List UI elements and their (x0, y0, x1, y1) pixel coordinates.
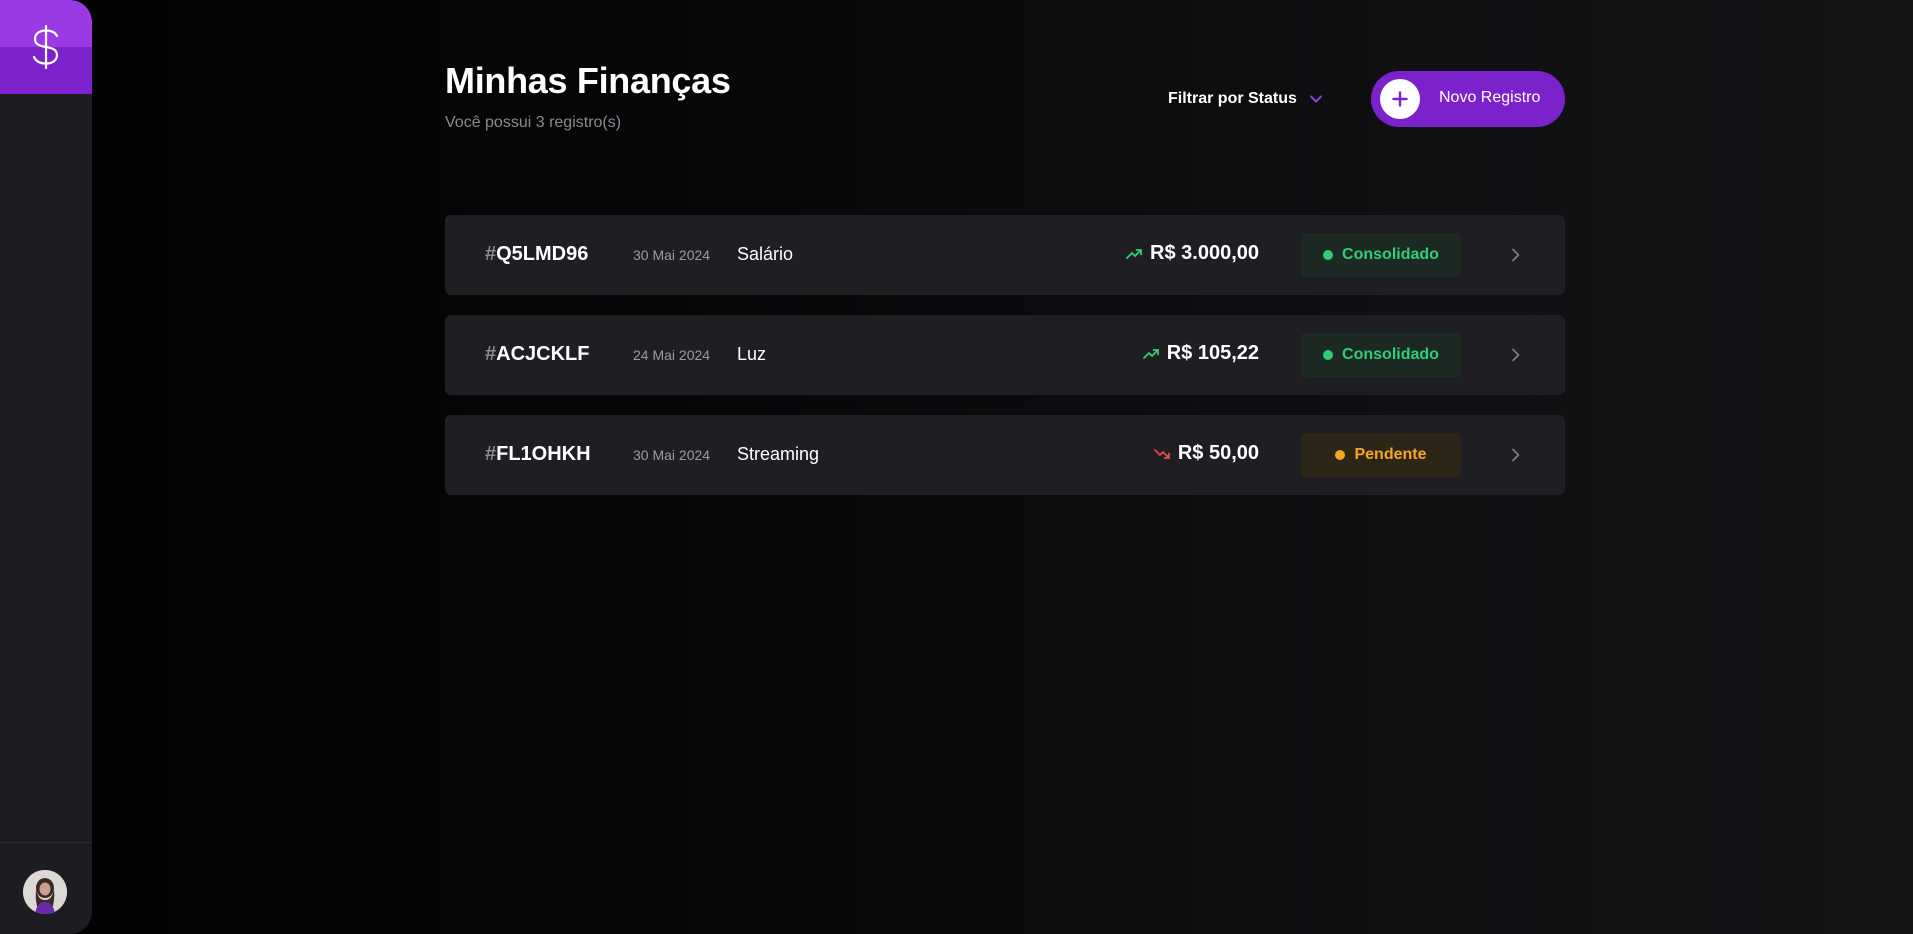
trend-up-icon (1142, 348, 1159, 359)
user-avatar-image (23, 870, 67, 914)
record-date: 30 Mai 2024 (633, 447, 711, 463)
status-dot (1335, 450, 1346, 460)
sidebar (0, 0, 92, 934)
record-date: 24 Mai 2024 (633, 347, 711, 363)
record-id: #Q5LMD96 (485, 243, 589, 265)
status-badge: Consolidado (1301, 333, 1461, 377)
new-record-label: Novo Registro (1439, 89, 1541, 106)
amount-value: R$ 105,22 (1166, 342, 1259, 364)
record-row[interactable]: #Q5LMD96 30 Mai 2024 Salário R$ 3.000,00… (445, 215, 1565, 295)
record-row[interactable]: #FL1OHKH 30 Mai 2024 Streaming R$ 50,00 … (445, 415, 1565, 495)
status-label: Pendente (1354, 446, 1427, 463)
chevron-right-icon[interactable] (1507, 347, 1523, 363)
amount-value: R$ 50,00 (1177, 442, 1259, 464)
status-badge: Pendente (1301, 433, 1461, 477)
record-description: Streaming (737, 444, 820, 464)
status-label: Consolidado (1342, 246, 1439, 263)
status-label: Consolidado (1342, 346, 1439, 363)
status-badge: Consolidado (1301, 233, 1461, 277)
amount-value: R$ 3.000,00 (1150, 242, 1259, 264)
chevron-down-icon (1309, 95, 1322, 103)
record-id: #ACJCKLF (485, 343, 590, 365)
record-amount: R$ 105,22 (1142, 342, 1259, 365)
chevron-right-icon[interactable] (1507, 247, 1523, 263)
page-subtitle: Você possui 3 registro(s) (445, 114, 622, 131)
chevron-right-icon[interactable] (1507, 447, 1523, 463)
page-title: Minhas Finanças (445, 60, 731, 101)
record-amount: R$ 3.000,00 (1126, 242, 1259, 265)
new-record-button[interactable]: Novo Registro (1371, 71, 1565, 127)
sidebar-divider (0, 842, 92, 843)
status-filter-label: Filtrar por Status (1168, 90, 1297, 107)
status-dot (1323, 350, 1334, 360)
trend-up-icon (1126, 248, 1142, 259)
record-amount: R$ 50,00 (1153, 442, 1259, 465)
record-row[interactable]: #ACJCKLF 24 Mai 2024 Luz R$ 105,22 Conso… (445, 315, 1565, 395)
plus-circle (1380, 79, 1420, 119)
avatar[interactable] (23, 870, 67, 914)
dollar-icon (32, 24, 59, 70)
logo-button[interactable] (0, 0, 92, 94)
status-dot (1323, 250, 1334, 260)
record-description: Salário (737, 244, 794, 264)
record-description: Luz (737, 344, 767, 364)
plus-icon (1392, 91, 1408, 107)
status-filter-dropdown[interactable]: Filtrar por Status (1168, 88, 1323, 110)
trend-down-icon (1153, 448, 1170, 459)
record-date: 30 Mai 2024 (633, 247, 711, 263)
record-id: #FL1OHKH (485, 443, 591, 465)
records-list: #Q5LMD96 30 Mai 2024 Salário R$ 3.000,00… (445, 215, 1565, 515)
